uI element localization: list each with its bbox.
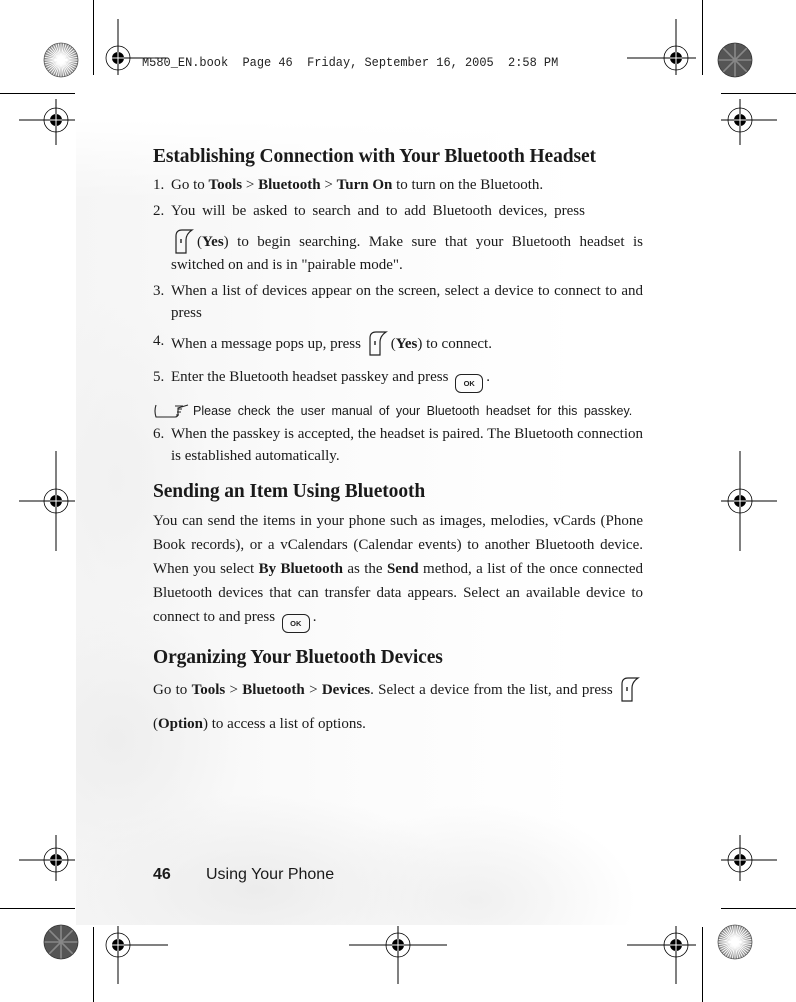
step-number: 5. [153,369,165,385]
step-5: 5. Enter the Bluetooth headset passkey an… [153,366,643,393]
crop-line [721,908,796,909]
paragraph-text: . Select a device from the list, and pre… [370,682,613,698]
registration-mark-icon [721,451,777,551]
step-number: 6. [153,426,165,442]
paragraph-text: . [312,609,317,625]
registration-mark-icon [627,19,696,75]
color-target-icon [43,924,79,960]
step-number: 2. [153,203,165,219]
separator: > [320,177,337,193]
menu-devices: Devices [321,682,371,698]
registration-mark-icon [721,835,777,881]
option-send: Send [386,561,419,577]
step-text: When the passkey is accepted, the headse… [171,426,643,464]
page-number: 46 [153,866,171,883]
menu-turn-on: Turn On [336,177,393,193]
step-number: 1. [153,177,165,193]
registration-mark-icon [19,835,75,881]
organizing-paragraph: Go to Tools > Bluetooth > Devices. Selec… [153,673,643,741]
crop-line [93,0,94,75]
step-text: Enter the Bluetooth headset passkey and … [171,369,449,385]
chapter-title: Using Your Phone [206,866,335,883]
registration-mark-icon [627,926,696,984]
step-text: . [486,369,490,385]
crop-line [0,93,75,94]
pointing-hand-icon [154,404,189,418]
left-soft-key-icon [175,229,194,254]
left-soft-key-icon [369,331,388,356]
ok-key-icon: OK [281,614,310,633]
registration-mark-icon [19,451,75,551]
print-header: M580_EN.book Page 46 Friday, September 1… [142,55,559,70]
step-text: Go to [171,177,209,193]
step-1: 1. Go to Tools > Bluetooth > Turn On to t… [153,174,643,196]
paragraph-text: as the [343,561,387,577]
crop-line [702,0,703,75]
separator: > [225,682,243,698]
step-number: 3. [153,283,165,299]
note-text: Please check the user manual of your Blu… [193,404,633,418]
crop-line [702,927,703,1002]
step-text: to connect. [422,336,492,352]
menu-bluetooth: Bluetooth [258,177,321,193]
section-title-sending: Sending an Item Using Bluetooth [153,481,426,502]
starburst-target-icon [43,42,79,78]
left-soft-key-icon [621,677,640,702]
step-text: to begin searching. Make sure that your … [171,234,643,273]
menu-tools: Tools [191,682,226,698]
sending-paragraph: You can send the items in your phone suc… [153,509,643,633]
step-text: When a list of devices appear on the scr… [171,283,643,321]
step-3: 3. When a list of devices appear on the s… [153,280,643,330]
page-footer: 46 Using Your Phone [153,866,334,884]
separator: > [304,682,322,698]
color-target-icon [717,42,753,78]
registration-mark-icon [19,99,75,145]
section-title-organizing: Organizing Your Bluetooth Devices [153,647,443,668]
crop-line [93,927,94,1002]
separator: > [242,177,259,193]
step-text: to turn on the Bluetooth. [392,177,544,193]
starburst-target-icon [717,924,753,960]
option-by-bluetooth: By Bluetooth [258,561,343,577]
step-number: 4. [153,333,165,349]
key-label-option: Option [158,716,204,732]
paragraph-text: Go to [153,682,192,698]
paragraph-text: to access a list of options. [208,716,366,732]
step-text: When a message pops up, press [171,336,361,352]
step-2: 2. You will be asked to search and to add… [153,200,643,276]
section-title-establishing: Establishing Connection with Your Blueto… [153,146,596,167]
step-text: You will be asked to search and to add B… [171,203,585,219]
ok-key-icon: OK [455,374,484,393]
key-label-yes: Yes [395,336,418,352]
note: Please check the user manual of your Blu… [153,401,643,421]
key-label-yes: Yes [202,234,224,250]
menu-tools: Tools [208,177,243,193]
step-6: 6. When the passkey is accepted, the head… [153,423,643,467]
registration-mark-icon [105,926,168,984]
step-4: 4. When a message pops up, press (Yes) to… [153,330,643,356]
page-content: Establishing Connection with Your Blueto… [153,146,643,741]
crop-line [721,93,796,94]
crop-line [0,908,75,909]
menu-bluetooth: Bluetooth [242,682,305,698]
registration-mark-icon [721,99,777,145]
registration-mark-icon [349,926,447,984]
